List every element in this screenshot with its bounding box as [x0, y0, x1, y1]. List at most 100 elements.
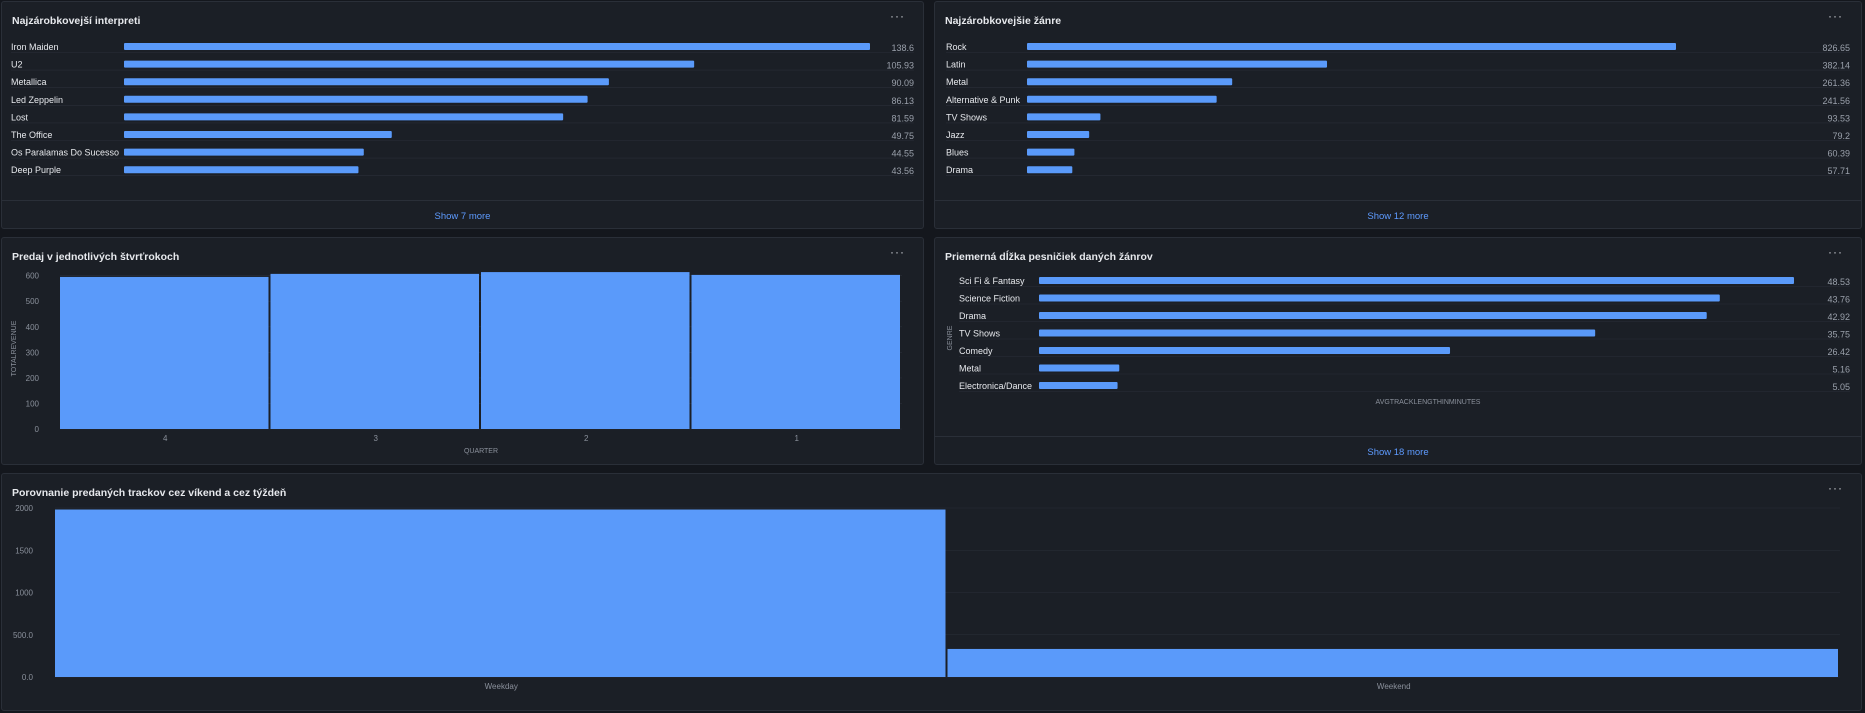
- bar: [124, 166, 359, 174]
- weekday-weekend-panel: Porovnanie predaných trackov cez víkend …: [1, 473, 1862, 711]
- category-label: U2: [11, 60, 23, 70]
- bar: [1039, 347, 1451, 354]
- bar: [124, 60, 695, 68]
- bar: [1039, 329, 1596, 337]
- category-label: Science Fiction: [959, 294, 1020, 304]
- more-options-icon[interactable]: ···: [1828, 481, 1843, 495]
- bar: [124, 113, 564, 121]
- bar: [55, 509, 946, 677]
- category-label: TV Shows: [959, 329, 1001, 339]
- category-label: Metal: [946, 77, 968, 87]
- top-genres-chart: Rock 826.65 Latin 382.14 Metal 261.36 Alternat…: [946, 42, 1850, 176]
- panel-title: Priemerná dĺžka pesničiek daných žánrov: [945, 251, 1153, 263]
- bar: [947, 648, 1838, 677]
- panel-title: Najzárobkovejšie žánre: [945, 15, 1062, 27]
- value-label: 43.76: [1827, 295, 1850, 305]
- category-label: Os Paralamas Do Sucesso: [11, 148, 119, 158]
- category-label: Lost: [11, 112, 29, 122]
- value-label: 35.75: [1827, 330, 1850, 340]
- category-label: Metal: [959, 364, 981, 374]
- category-label: Deep Purple: [11, 165, 61, 175]
- category-label: Metallica: [11, 77, 47, 87]
- value-label: 138.6: [891, 43, 914, 53]
- y-axis-title: TOTALREVENUE: [11, 320, 18, 376]
- bar: [1027, 95, 1217, 103]
- value-label: 86.13: [891, 96, 914, 106]
- y-tick-label: 0: [35, 425, 40, 434]
- category-label: Drama: [946, 165, 973, 175]
- bar: [1027, 166, 1073, 174]
- bar: [1027, 131, 1090, 138]
- value-label: 261.36: [1822, 78, 1850, 88]
- show-more-artists-button[interactable]: Show 7 more: [435, 211, 491, 222]
- panel-title: Najzárobkovejší interpreti: [12, 15, 141, 27]
- more-options-icon[interactable]: ···: [1828, 9, 1843, 23]
- value-label: 57.71: [1827, 166, 1850, 176]
- x-axis-title: AVGTRACKLENGTHINMINUTES: [1376, 399, 1481, 406]
- quarterly-sales-chart: 0 100 200 300 400 500 600 4 3 2 1 QUARTER TOTALREVEN…: [11, 272, 902, 455]
- category-label: Sci Fi & Fantasy: [959, 276, 1025, 286]
- x-tick-label: Weekend: [1377, 682, 1411, 691]
- value-label: 241.56: [1822, 96, 1850, 106]
- quarterly-sales-panel: Predaj v jednotlivých štvrťrokoch ··· 0 1…: [1, 237, 924, 465]
- value-label: 60.39: [1827, 149, 1850, 159]
- bar: [124, 43, 870, 50]
- show-more-genres-button[interactable]: Show 12 more: [1367, 211, 1428, 222]
- show-more-lengths-button[interactable]: Show 18 more: [1367, 447, 1428, 458]
- bar: [1027, 113, 1101, 121]
- value-label: 48.53: [1827, 277, 1850, 287]
- x-tick-label: Weekday: [485, 682, 518, 691]
- category-label: Comedy: [959, 346, 993, 356]
- x-tick-label: 3: [374, 434, 379, 443]
- category-label: The Office: [11, 130, 52, 140]
- y-tick-label: 0.0: [22, 673, 34, 682]
- value-label: 93.53: [1827, 113, 1850, 123]
- bar: [124, 95, 588, 103]
- y-tick-label: 100: [26, 399, 40, 408]
- bar: [1039, 382, 1118, 389]
- category-label: Blues: [946, 148, 969, 158]
- bar: [691, 274, 900, 429]
- x-tick-label: 4: [163, 434, 168, 443]
- divider: [935, 200, 1861, 201]
- bar: [270, 273, 479, 429]
- bar: [1027, 43, 1676, 50]
- weekday-weekend-chart: 0.0 500.0 1000 1500 2000 Weekday Weekend: [13, 504, 1840, 691]
- bar: [1027, 148, 1075, 156]
- more-options-icon[interactable]: ···: [890, 245, 905, 259]
- avg-track-length-panel: Priemerná dĺžka pesničiek daných žánrov …: [934, 237, 1862, 465]
- bar: [124, 148, 364, 156]
- category-label: Latin: [946, 60, 966, 70]
- category-label: Rock: [946, 42, 967, 52]
- value-label: 81.59: [891, 113, 914, 123]
- x-axis-title: QUARTER: [464, 448, 498, 455]
- y-tick-label: 600: [26, 272, 40, 281]
- top-artists-panel: Najzárobkovejší interpreti ··· Iron Maid…: [1, 1, 924, 229]
- y-tick-label: 1500: [15, 546, 33, 555]
- avg-track-length-chart: Sci Fi & Fantasy 48.53 Science Fiction 43.7…: [947, 276, 1850, 406]
- value-label: 79.2: [1832, 131, 1850, 141]
- y-tick-label: 2000: [15, 504, 33, 513]
- category-label: Jazz: [946, 130, 965, 140]
- y-tick-label: 400: [26, 323, 40, 332]
- top-artists-chart: Iron Maiden 138.6 U2 105.93 Metallica 90.09 Le…: [11, 42, 914, 176]
- more-options-icon[interactable]: ···: [1828, 245, 1843, 259]
- y-tick-label: 1000: [15, 589, 33, 598]
- bar: [481, 272, 690, 429]
- y-tick-label: 500: [26, 297, 40, 306]
- bar: [1039, 294, 1720, 302]
- category-label: Iron Maiden: [11, 42, 59, 52]
- y-axis-title: GENRE: [947, 325, 954, 350]
- x-tick-label: 1: [795, 434, 800, 443]
- value-label: 105.93: [886, 61, 914, 71]
- category-label: Electronica/Dance: [959, 381, 1032, 391]
- bar: [1027, 60, 1328, 68]
- category-label: Led Zeppelin: [11, 95, 63, 105]
- value-label: 42.92: [1827, 312, 1850, 322]
- value-label: 26.42: [1827, 347, 1850, 357]
- bar: [1027, 78, 1233, 86]
- category-label: Drama: [959, 311, 986, 321]
- x-tick-label: 2: [584, 434, 589, 443]
- more-options-icon[interactable]: ···: [890, 9, 905, 23]
- bar: [124, 131, 392, 138]
